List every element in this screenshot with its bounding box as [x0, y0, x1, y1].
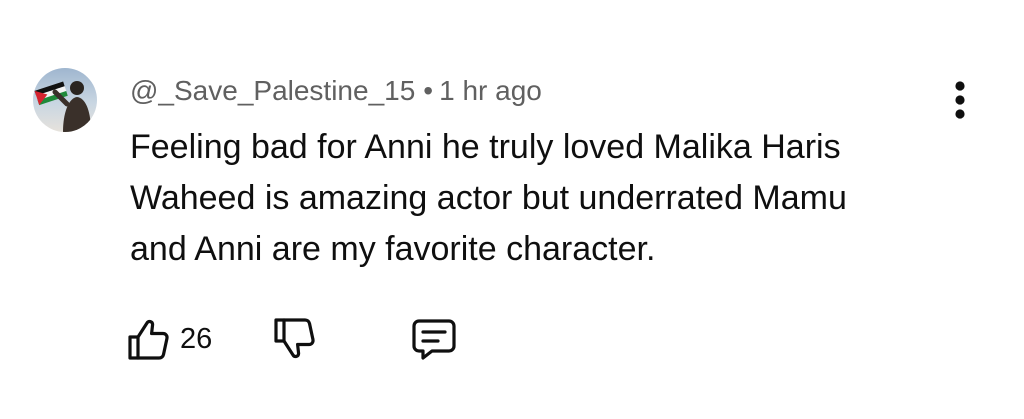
comment-meta: @_Save_Palestine_15 • 1 hr ago: [130, 73, 542, 109]
like-count: 26: [180, 322, 213, 355]
thumbs-down-icon: [274, 318, 315, 359]
comment-text: Feeling bad for Anni he truly loved Mali…: [130, 122, 950, 275]
comment-text-line: Waheed is amazing actor but underrated M…: [130, 179, 847, 217]
avatar[interactable]: [33, 68, 97, 132]
reply-button[interactable]: [410, 312, 458, 366]
like-button[interactable]: 26: [126, 312, 212, 366]
avatar-image: [34, 81, 91, 132]
dislike-button[interactable]: [272, 312, 316, 366]
comment-author[interactable]: @_Save_Palestine_15: [130, 75, 415, 106]
comment-menu-button[interactable]: [940, 78, 980, 122]
comment-text-line: and Anni are my favorite character.: [130, 230, 656, 268]
more-vertical-icon: [955, 81, 965, 119]
reply-comment-icon: [412, 319, 456, 360]
comment-text-line: Feeling bad for Anni he truly loved Mali…: [130, 128, 841, 166]
comment-item: @_Save_Palestine_15 • 1 hr ago Feeling bad…: [0, 0, 1024, 419]
thumbs-up-icon: [128, 319, 169, 360]
meta-separator: •: [423, 75, 434, 106]
comment-timestamp: 1 hr ago: [439, 75, 542, 106]
